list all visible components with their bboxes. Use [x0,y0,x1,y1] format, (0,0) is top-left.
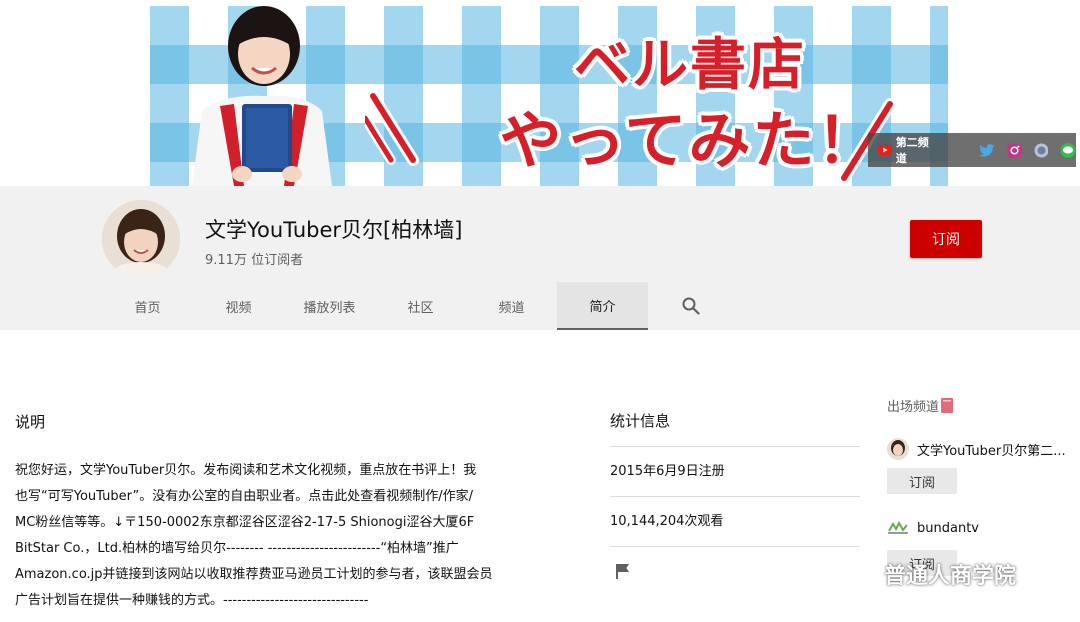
channel-name: 文学YouTuber贝尔[柏林墙] [205,218,463,242]
flag-icon[interactable] [614,562,632,580]
watermark-text: 普通人商学院 [884,564,1017,589]
avatar-image [102,200,180,278]
banner-links-bar: 第二频道 [868,133,1076,167]
wechat-icon [838,559,878,588]
search-icon [682,297,700,315]
tab-channels[interactable]: 频道 [466,282,557,330]
channel-tabs: 首页 视频 播放列表 社区 频道 简介 [102,282,734,330]
featured-channel-name: bundantv [917,520,979,536]
channel-description: 祝您好运，文学YouTuber贝尔。发布阅读和艺术文化视频，重点放在书评上！我 … [15,463,493,608]
joined-date: 2015年6月9日注册 [610,447,860,497]
featured-channel-item[interactable]: bundantv [887,520,979,536]
featured-channel-subscribe-button[interactable]: 订阅 [887,468,957,494]
channel-banner: ベル書店 やってみた！ [150,6,948,186]
featured-channels-heading-text: 出场频道 [887,399,940,415]
description-heading: 说明 [15,413,46,431]
banner-person-illustration [192,6,332,186]
report-row [610,547,860,595]
line-icon[interactable] [1060,142,1076,158]
book-icon [941,397,954,413]
tab-videos[interactable]: 视频 [193,282,284,330]
second-channel-label: 第二频道 [895,136,929,165]
channel-header: 文学YouTuber贝尔[柏林墙] 9.11万 位订阅者 订阅 首页 视频 播放… [0,186,1080,330]
bundantv-logo-icon [887,520,909,536]
twitter-icon[interactable] [979,143,995,157]
tab-community[interactable]: 社区 [375,282,466,330]
tab-playlists[interactable]: 播放列表 [284,282,375,330]
featured-channel-avatar [887,438,909,460]
tab-search[interactable] [648,282,734,330]
view-count: 10,144,204次观看 [610,497,860,547]
banner-title-line1: ベル書店 [574,33,806,98]
instagram-icon[interactable] [1007,143,1022,158]
globe-icon[interactable] [1034,143,1049,158]
channel-avatar[interactable] [102,200,180,278]
stats-panel: 统计信息 2015年6月9日注册 10,144,204次观看 [610,400,860,595]
banner-slash-left-decoration [365,90,419,166]
second-channel-link[interactable]: 第二频道 [878,134,939,166]
tab-home[interactable]: 首页 [102,282,193,330]
featured-channels: 出场频道 文学YouTuber贝尔第二... 订阅 bundantv 订阅 [887,396,1077,576]
youtube-icon [878,145,892,155]
subscribe-button[interactable]: 订阅 [910,220,982,258]
featured-channels-heading: 出场频道 [887,396,1077,415]
tab-about[interactable]: 简介 [557,282,648,330]
featured-channel-name: 文学YouTuber贝尔第二... [917,443,1066,459]
wechat-watermark: 普通人商学院 [838,558,1016,590]
featured-channel-item[interactable]: 文学YouTuber贝尔第二... [887,438,1066,460]
subscriber-count: 9.11万 位订阅者 [205,253,304,268]
stats-heading: 统计信息 [610,400,860,447]
